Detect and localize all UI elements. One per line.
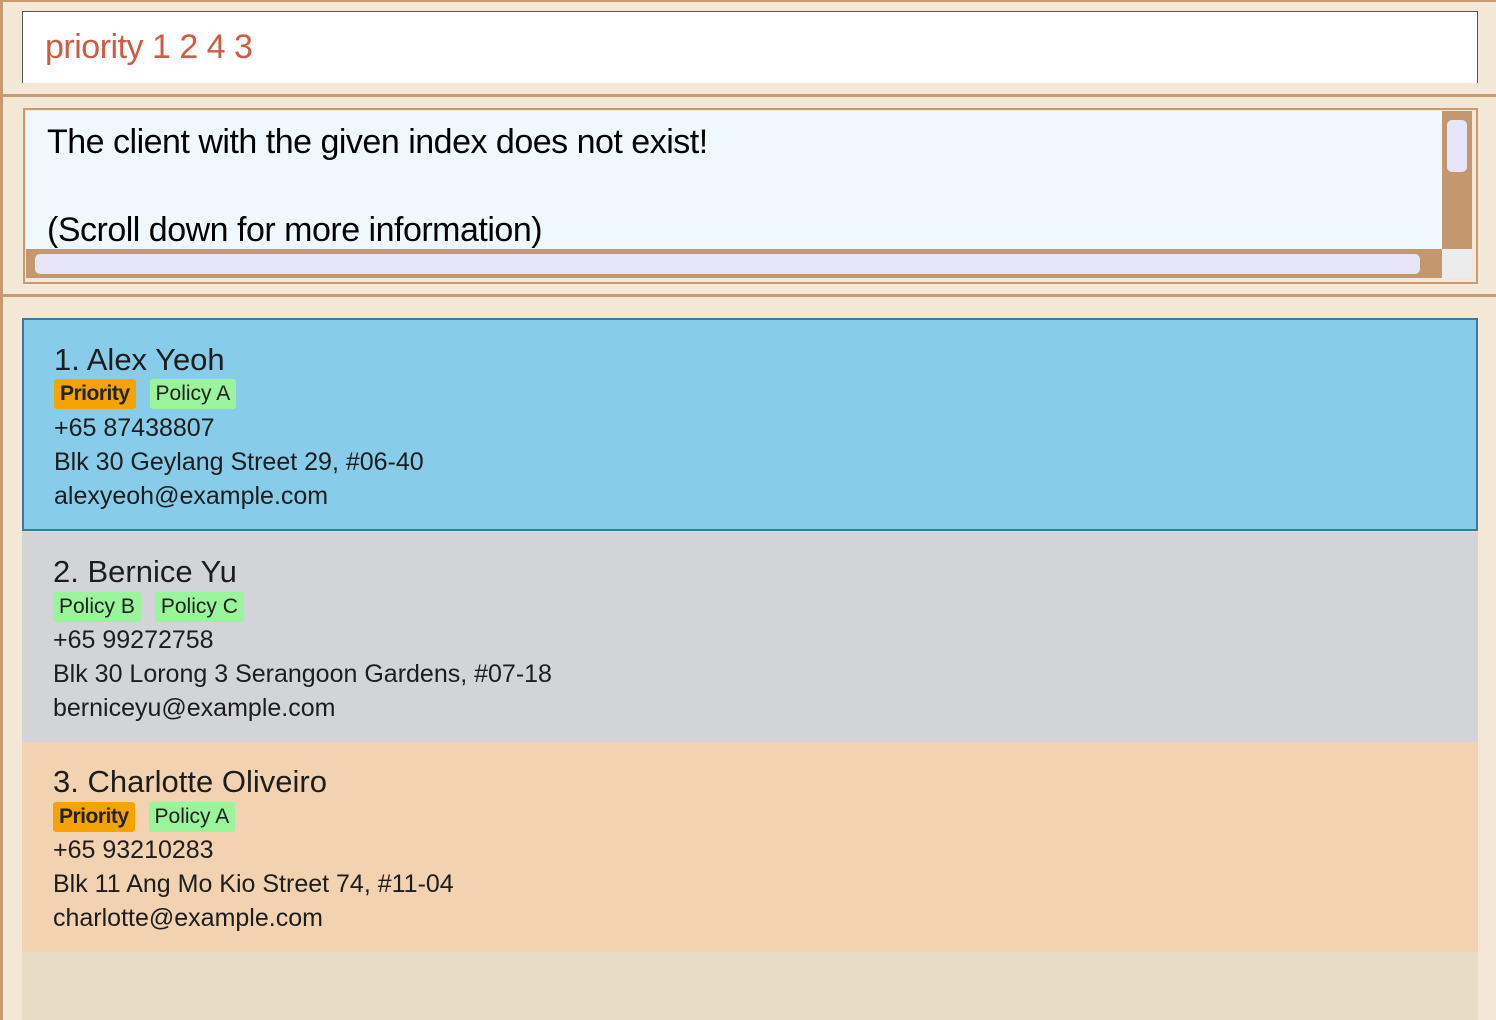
- client-tags: Priority Policy A: [54, 379, 237, 409]
- command-input[interactable]: priority 1 2 4 3: [22, 11, 1478, 83]
- policy-tag: Policy C: [154, 592, 244, 622]
- client-phone: +65 93210283: [53, 836, 214, 864]
- result-hint: (Scroll down for more information): [47, 211, 543, 249]
- client-email: berniceyu@example.com: [53, 694, 336, 722]
- client-email: charlotte@example.com: [53, 904, 323, 932]
- result-message: The client with the given index does not…: [47, 123, 708, 161]
- client-name: 2. Bernice Yu: [53, 554, 237, 589]
- client-address: Blk 11 Ang Mo Kio Street 74, #11-04: [53, 870, 454, 898]
- command-input-text[interactable]: priority 1 2 4 3: [45, 28, 253, 67]
- client-card[interactable]: 1. Alex Yeoh Priority Policy A +65 87438…: [22, 318, 1478, 531]
- priority-tag: Priority: [53, 802, 135, 832]
- scrollbar-corner: [1442, 249, 1472, 278]
- window-left-border: [0, 0, 3, 1020]
- client-email: alexyeoh@example.com: [54, 482, 329, 510]
- policy-tag: Policy A: [149, 379, 237, 409]
- client-address: Blk 30 Geylang Street 29, #06-40: [54, 448, 424, 476]
- priority-tag: Priority: [54, 379, 136, 409]
- client-name: 3. Charlotte Oliveiro: [53, 764, 327, 799]
- divider: [0, 94, 1496, 97]
- client-address: Blk 30 Lorong 3 Serangoon Gardens, #07-1…: [53, 660, 552, 688]
- client-card[interactable]: 2. Bernice Yu Policy B Policy C +65 9927…: [22, 532, 1478, 742]
- client-name: 1. Alex Yeoh: [54, 342, 225, 377]
- client-card[interactable]: 3. Charlotte Oliveiro Priority Policy A …: [22, 742, 1478, 952]
- result-display[interactable]: The client with the given index does not…: [26, 111, 1442, 249]
- client-tags: Policy B Policy C: [53, 592, 244, 622]
- client-phone: +65 99272758: [53, 626, 214, 654]
- client-tags: Priority Policy A: [53, 802, 236, 832]
- client-phone: +65 87438807: [54, 414, 215, 442]
- policy-tag: Policy B: [53, 592, 141, 622]
- horizontal-scrollbar-thumb[interactable]: [35, 254, 1420, 274]
- vertical-scrollbar-thumb[interactable]: [1447, 120, 1467, 172]
- divider: [0, 294, 1496, 297]
- policy-tag: Policy A: [148, 802, 236, 832]
